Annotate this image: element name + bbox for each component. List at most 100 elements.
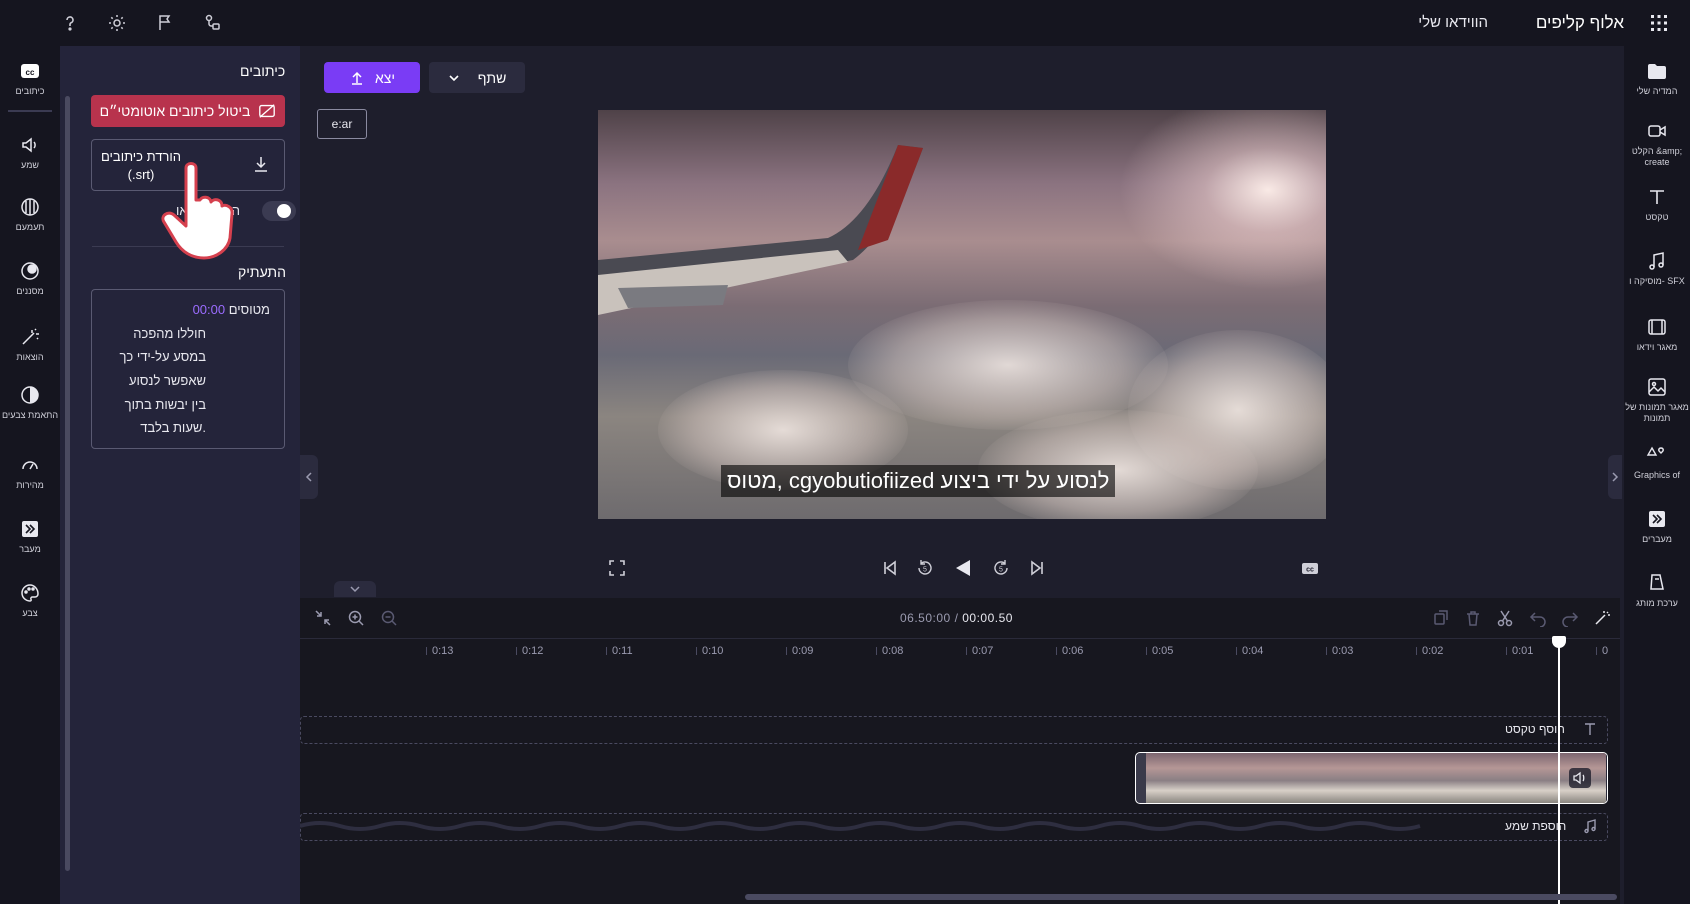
tool-speed[interactable]: מהירות [0,454,60,491]
sidebar-item-transitions[interactable]: מעברים [1624,508,1690,545]
collapse-preview-handle[interactable] [334,581,376,597]
svg-text:cc: cc [1306,567,1314,574]
add-text-label: הוסף טקסט [1505,722,1565,736]
sidebar-item-label: מאגר וידאו [1636,342,1678,352]
collapse-panel-handle[interactable] [300,455,318,499]
rewind-5s-icon[interactable]: 5 [915,558,935,578]
transcript-line[interactable]: שעות בלבד. [140,420,206,435]
sidebar-item-text[interactable]: טקסט [1624,186,1690,223]
transition-icon [19,518,41,540]
settings-gear-icon[interactable] [106,12,128,34]
video-clip[interactable] [1135,752,1608,804]
disable-auto-captions-button[interactable]: ביטול כיתובים אוטומטי״ם [91,95,285,127]
timeline-horizontal-scrollbar[interactable] [745,894,1617,900]
chevron-down-icon [448,72,460,84]
fullscreen-icon[interactable] [607,558,627,578]
tool-captions[interactable]: cc כיתובים [0,60,60,97]
transcript-line[interactable]: חוללו מהפכה [133,326,206,341]
tool-transition[interactable]: מעבר [0,518,60,555]
sidebar-item-graphics[interactable]: Graphics of [1624,444,1690,481]
tool-label: התאמת צבעים [1,410,59,420]
tool-color-adjust[interactable]: התאמת צבעים [0,384,60,421]
ruler-tick [606,647,607,655]
aspect-ratio-button[interactable]: e:ar [317,109,367,139]
airplane-wing [598,145,923,315]
ruler-tick [1596,647,1597,655]
panel-title: כיתובים [240,63,286,79]
transcript-text: מטוסים [228,302,270,317]
audio-icon [19,134,41,156]
sidebar-item-music[interactable]: מוסיקה ו- SFX [1624,250,1690,287]
sidebar-item-record[interactable]: הקלט &amp; create [1624,120,1690,168]
app-title[interactable]: אלוף קליפים [1536,13,1624,33]
record-icon [1646,120,1668,142]
collapse-right-handle[interactable] [1608,455,1622,499]
zoom-out-icon[interactable] [380,609,398,627]
panel-scrollbar[interactable] [65,96,70,871]
playhead[interactable] [1558,640,1560,904]
detach-audio-icon[interactable] [1432,609,1450,627]
transcript-line[interactable]: בין יבשות בתוך [125,397,206,412]
forward-5s-icon[interactable]: 5 [991,558,1011,578]
folder-icon [1646,60,1668,82]
apps-grid-icon[interactable] [1650,14,1668,32]
ruler-tick-label: 0:01 [1512,645,1534,657]
share-network-icon[interactable] [202,12,224,34]
sidebar-item-brand-kit[interactable]: ערכת מותג [1624,572,1690,609]
add-text-track[interactable] [300,716,1608,744]
clip-audio-icon[interactable] [1569,768,1591,788]
tool-filters[interactable]: מסננים [0,260,60,297]
transition-icon [1646,508,1668,530]
caption-overlay: מטוס, cgyobutiofiized לנסוע על ידי ביצוע [721,465,1116,497]
transcript-line[interactable]: במסע על-ידי כך [119,349,206,364]
export-button[interactable]: יצא [324,62,420,93]
skip-end-icon[interactable] [1027,558,1047,578]
delete-icon[interactable] [1464,609,1482,627]
ruler-tick-label: 0:09 [792,645,814,657]
feedback-flag-icon[interactable] [154,12,176,34]
tool-fade[interactable]: תעמעם [0,196,60,233]
tool-label: מעבר [19,544,41,554]
ruler-tick-label: 0:08 [882,645,904,657]
ruler-tick [1506,647,1507,655]
sidebar-item-stock-images[interactable]: מאגר תמונות של תמונות [1624,376,1690,424]
clip-thumbnail [1514,753,1607,803]
help-icon[interactable] [59,12,81,34]
split-scissors-icon[interactable] [1496,609,1514,627]
film-icon [1646,316,1668,338]
transcript-timestamp: 00:00 [192,302,226,317]
video-preview[interactable]: מטוס, cgyobutiofiized לנסוע על ידי ביצוע [598,110,1326,519]
skip-start-icon[interactable] [880,558,900,578]
ruler-tick-label: 0:10 [702,645,724,657]
tool-label: צבע [22,608,38,618]
palette-icon [19,582,41,604]
svg-text:cc: cc [26,68,35,77]
ruler-tick-label: 0:12 [522,645,544,657]
tool-label: הוצאות [16,352,44,362]
sidebar-item-stock-video[interactable]: מאגר וידאו [1624,316,1690,353]
tool-color[interactable]: צבע [0,582,60,619]
transcript-line[interactable]: שאפשר לנסוע [129,373,206,388]
transcript-box[interactable]: מטוסים 00:00 חוללו מהפכה במסע על-ידי כך … [91,289,285,449]
sidebar-item-my-media[interactable]: המדיה שלי [1624,60,1690,97]
ruler-tick [426,647,427,655]
my-videos-link[interactable]: הווידאו שלי [1418,14,1488,31]
redo-icon[interactable] [1561,609,1579,627]
burn-captions-toggle[interactable] [262,201,296,221]
fit-timeline-icon[interactable] [314,609,332,627]
magic-wand-icon[interactable] [1593,609,1611,627]
undo-icon[interactable] [1529,609,1547,627]
speed-icon [19,454,41,476]
text-track-icon [1582,721,1598,737]
zoom-in-icon[interactable] [347,609,365,627]
captions-toggle-icon[interactable]: cc [1300,558,1320,578]
ruler-tick-label: 0:13 [432,645,454,657]
tool-audio[interactable]: שמע [0,134,60,171]
tool-effects[interactable]: הוצאות [0,326,60,363]
share-button[interactable]: שתף [429,62,525,93]
ruler-tick-label: 0:03 [1332,645,1354,657]
tool-label: מסננים [16,286,44,296]
transcript-line[interactable]: מטוסים 00:00 [193,302,270,317]
captions-off-icon [258,102,276,120]
play-icon[interactable] [951,556,975,580]
